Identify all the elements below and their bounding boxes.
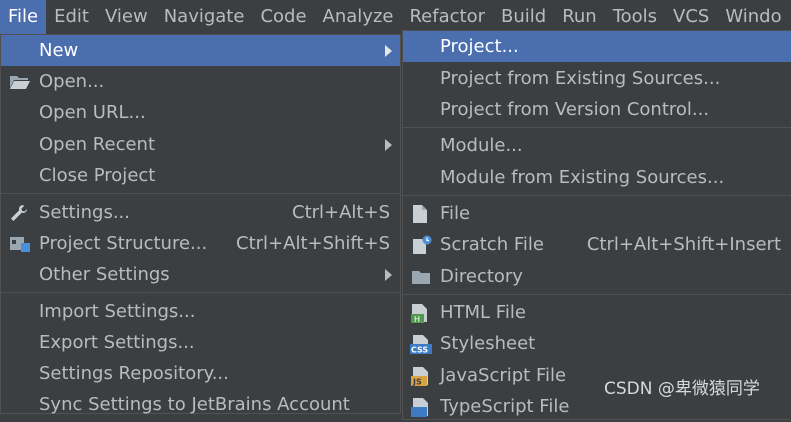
- menu-item-label: New: [39, 40, 79, 61]
- watermark: CSDN @卑微猿同学: [604, 379, 760, 399]
- file-icon: [412, 198, 428, 229]
- menu-item-label: Project from Version Control...: [440, 99, 710, 120]
- file-menu: New Open... Open URL... Open Recent Clos…: [0, 34, 401, 415]
- menu-item-label: Settings...: [39, 202, 130, 223]
- menu-separator: [403, 195, 791, 196]
- menu-item-label: Module...: [440, 135, 523, 156]
- menu-item-label: Sync Settings to JetBrains Account: [39, 394, 350, 415]
- menu-item-directory[interactable]: Directory: [403, 261, 791, 292]
- new-submenu: Project... Project from Existing Sources…: [402, 30, 791, 420]
- menu-item-export-settings[interactable]: Export Settings...: [1, 327, 400, 358]
- html-file-icon: H: [410, 297, 432, 328]
- menu-separator: [1, 193, 400, 194]
- menubar-view[interactable]: View: [97, 0, 156, 34]
- menu-item-label: Import Settings...: [39, 301, 196, 322]
- menu-item-new[interactable]: New: [1, 35, 400, 66]
- menu-item-sync-settings[interactable]: Sync Settings to JetBrains Account: [1, 389, 400, 420]
- menubar-window[interactable]: Windo: [717, 0, 789, 34]
- menu-item-label: Stylesheet: [440, 333, 536, 354]
- menubar-analyze[interactable]: Analyze: [315, 0, 402, 34]
- menu-item-project[interactable]: Project...: [403, 31, 791, 62]
- menu-separator: [403, 127, 791, 128]
- menu-bar: File Edit View Navigate Code Analyze Ref…: [0, 0, 791, 34]
- menubar-navigate[interactable]: Navigate: [156, 0, 253, 34]
- menu-item-label: Scratch File: [440, 234, 544, 255]
- menubar-vcs[interactable]: VCS: [665, 0, 717, 34]
- menubar-code[interactable]: Code: [252, 0, 314, 34]
- menu-separator: [403, 294, 791, 295]
- submenu-arrow-icon: [385, 45, 392, 57]
- menu-item-project-structure[interactable]: Project Structure... Ctrl+Alt+Shift+S: [1, 228, 400, 259]
- menu-item-scratch-file[interactable]: Scratch File Ctrl+Alt+Shift+Insert: [403, 229, 791, 260]
- menu-item-close-project[interactable]: Close Project: [1, 160, 400, 191]
- menu-item-module-existing-sources[interactable]: Module from Existing Sources...: [403, 162, 791, 193]
- menu-item-open-url[interactable]: Open URL...: [1, 97, 400, 128]
- folder-open-icon: [9, 66, 31, 97]
- menu-item-label: Open Recent: [39, 134, 156, 155]
- menu-item-settings[interactable]: Settings... Ctrl+Alt+S: [1, 197, 400, 228]
- menu-item-label: Project from Existing Sources...: [440, 68, 721, 89]
- menu-item-label: TypeScript File: [440, 396, 570, 417]
- wrench-icon: [9, 197, 29, 228]
- project-structure-icon: [9, 228, 31, 259]
- menu-item-label: Open...: [39, 71, 105, 92]
- submenu-arrow-icon: [385, 269, 392, 281]
- menu-separator: [1, 292, 400, 293]
- menu-item-settings-repository[interactable]: Settings Repository...: [1, 358, 400, 389]
- menubar-build[interactable]: Build: [493, 0, 554, 34]
- menu-item-open[interactable]: Open...: [1, 66, 400, 97]
- shortcut-label: Ctrl+Alt+S: [292, 202, 390, 223]
- css-badge-text: CSS: [411, 345, 428, 354]
- scratch-file-icon: [412, 229, 432, 260]
- menu-item-label: Other Settings: [39, 264, 170, 285]
- menubar-edit[interactable]: Edit: [46, 0, 97, 34]
- menubar-file[interactable]: File: [0, 0, 47, 34]
- js-badge-text: JS: [412, 377, 422, 386]
- menu-item-label: Project...: [440, 36, 519, 57]
- menu-item-label: File: [440, 203, 471, 224]
- menu-item-label: Close Project: [39, 165, 156, 186]
- menubar-refactor[interactable]: Refactor: [401, 0, 493, 34]
- folder-icon: [411, 261, 431, 292]
- menu-item-import-settings[interactable]: Import Settings...: [1, 296, 400, 327]
- js-file-icon: JS: [410, 360, 432, 391]
- menu-item-html-file[interactable]: H HTML File: [403, 297, 791, 328]
- menu-item-file[interactable]: File: [403, 198, 791, 229]
- menu-item-label: Project Structure...: [39, 233, 208, 254]
- menu-item-label: HTML File: [440, 302, 526, 323]
- menu-item-label: JavaScript File: [440, 365, 567, 386]
- html-badge-text: H: [414, 315, 420, 323]
- menu-item-label: Open URL...: [39, 102, 146, 123]
- menu-item-project-existing-sources[interactable]: Project from Existing Sources...: [403, 63, 791, 94]
- css-file-icon: CSS: [410, 328, 434, 359]
- ts-file-icon: [410, 391, 432, 422]
- menu-item-module[interactable]: Module...: [403, 130, 791, 161]
- menu-item-label: Module from Existing Sources...: [440, 167, 725, 188]
- menu-item-stylesheet[interactable]: CSS Stylesheet: [403, 328, 791, 359]
- menu-item-label: Export Settings...: [39, 332, 195, 353]
- shortcut-label: Ctrl+Alt+Shift+Insert: [586, 234, 781, 255]
- menu-item-label: Directory: [440, 266, 523, 287]
- menubar-run[interactable]: Run: [554, 0, 605, 34]
- menu-item-project-version-control[interactable]: Project from Version Control...: [403, 94, 791, 125]
- submenu-arrow-icon: [385, 139, 392, 151]
- menubar-tools[interactable]: Tools: [605, 0, 665, 34]
- menu-item-open-recent[interactable]: Open Recent: [1, 129, 400, 160]
- shortcut-label: Ctrl+Alt+Shift+S: [236, 233, 390, 254]
- menu-item-other-settings[interactable]: Other Settings: [1, 259, 400, 290]
- menu-item-label: Settings Repository...: [39, 363, 229, 384]
